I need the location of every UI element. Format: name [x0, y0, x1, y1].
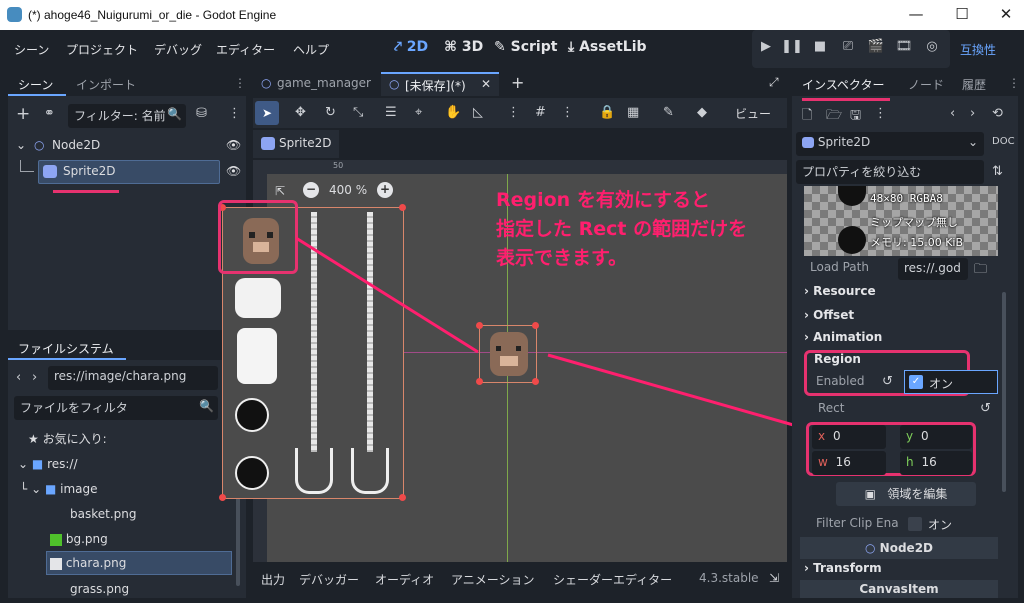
revert-icon[interactable]: ↺ — [882, 374, 893, 389]
checkbox-unchecked-icon — [908, 517, 922, 531]
load-path-field[interactable]: res://.god — [898, 258, 968, 280]
inspector-dock: インスペクター ノード 履歴 ⋮ 🗋 🗁 🖫 ⋮ ‹ › ⟲ Sprite2D … — [792, 72, 1020, 598]
rect-label: Rect — [818, 401, 845, 415]
texture-preview: 48×80 RGBA8 ミップマップ無し メモリ: 15.00 KiB — [804, 186, 998, 256]
inspector-scrollbar[interactable] — [1002, 292, 1006, 492]
resource-menu-icon[interactable]: ⋮ — [874, 106, 887, 121]
tab-history[interactable]: 履歴 — [962, 76, 986, 93]
inspector-tabs: インスペクター ノード 履歴 ⋮ — [792, 72, 1020, 101]
section-transform[interactable]: › Transform — [804, 561, 882, 575]
property-filter-input[interactable]: プロパティを絞り込む — [796, 160, 984, 184]
tab-audio[interactable]: オーディオ — [375, 571, 434, 588]
tab-shader-editor[interactable]: シェーダーエディター — [553, 571, 672, 588]
filter-clip-label: Filter Clip Ena — [816, 516, 899, 530]
folder-icon[interactable]: 🗀 — [974, 260, 987, 282]
tab-inspector[interactable]: インスペクター — [802, 76, 884, 93]
doc-icon[interactable]: DOC — [992, 136, 1015, 147]
save-resource-icon[interactable]: 🖫 — [850, 106, 861, 128]
bomb-sprite — [838, 186, 866, 206]
open-resource-icon[interactable]: 🗁 — [826, 106, 842, 128]
filter-clip-checkbox[interactable]: オン — [908, 514, 978, 534]
object-history-icon[interactable]: ⟲ — [992, 106, 1003, 121]
tab-node[interactable]: ノード — [908, 76, 944, 93]
edit-region-button[interactable]: ▣ 領域を編集 — [836, 482, 976, 506]
enabled-label: Enabled — [816, 374, 865, 388]
class-header-canvasitem[interactable]: CanvasItem — [800, 580, 998, 598]
load-path-label: Load Path — [810, 260, 869, 274]
checkbox-checked-icon: ✓ — [909, 375, 923, 389]
version-label: 4.3.stable — [699, 571, 759, 585]
tab-debugger[interactable]: デバッガー — [299, 571, 359, 588]
node2d-icon: ○ — [865, 541, 876, 555]
tab-output[interactable]: 出力 — [261, 571, 285, 588]
section-offset[interactable]: › Offset — [804, 308, 854, 322]
section-animation[interactable]: › Animation — [804, 330, 882, 344]
chevron-down-icon: ⌄ — [967, 135, 978, 149]
rect-h-field[interactable]: h 16 — [900, 451, 972, 475]
enabled-checkbox[interactable]: ✓ オン — [904, 370, 998, 394]
section-resource[interactable]: › Resource — [804, 284, 876, 298]
new-resource-icon[interactable]: 🗋 — [802, 106, 812, 128]
rect-y-field[interactable]: y 0 — [900, 425, 972, 449]
section-region[interactable]: Region — [814, 352, 861, 366]
tab-animation[interactable]: アニメーション — [451, 571, 535, 588]
rect-w-field[interactable]: w 16 — [812, 451, 886, 475]
rect-x-field[interactable]: x 0 — [812, 425, 886, 449]
revert-icon[interactable]: ↺ — [980, 401, 991, 416]
sprite2d-icon — [802, 137, 814, 148]
annotation-underline — [802, 98, 890, 101]
dock-menu-icon[interactable]: ⋮ — [1008, 76, 1020, 90]
inspected-object-select[interactable]: Sprite2D ⌄ — [796, 132, 984, 156]
bottom-panel-bar: 出力 デバッガー オーディオ アニメーション シェーダーエディター 4.3.st… — [253, 565, 787, 592]
bomb-sprite — [838, 226, 866, 254]
history-back-icon[interactable]: ‹ — [950, 106, 955, 121]
filter-options-icon[interactable]: ⇅ — [992, 164, 1003, 179]
panel-toggle-icon[interactable]: ⇲ — [769, 571, 779, 585]
class-header-node2d[interactable]: ○ Node2D — [800, 537, 998, 559]
region-edit-icon: ▣ — [864, 487, 876, 501]
history-forward-icon[interactable]: › — [970, 106, 975, 121]
